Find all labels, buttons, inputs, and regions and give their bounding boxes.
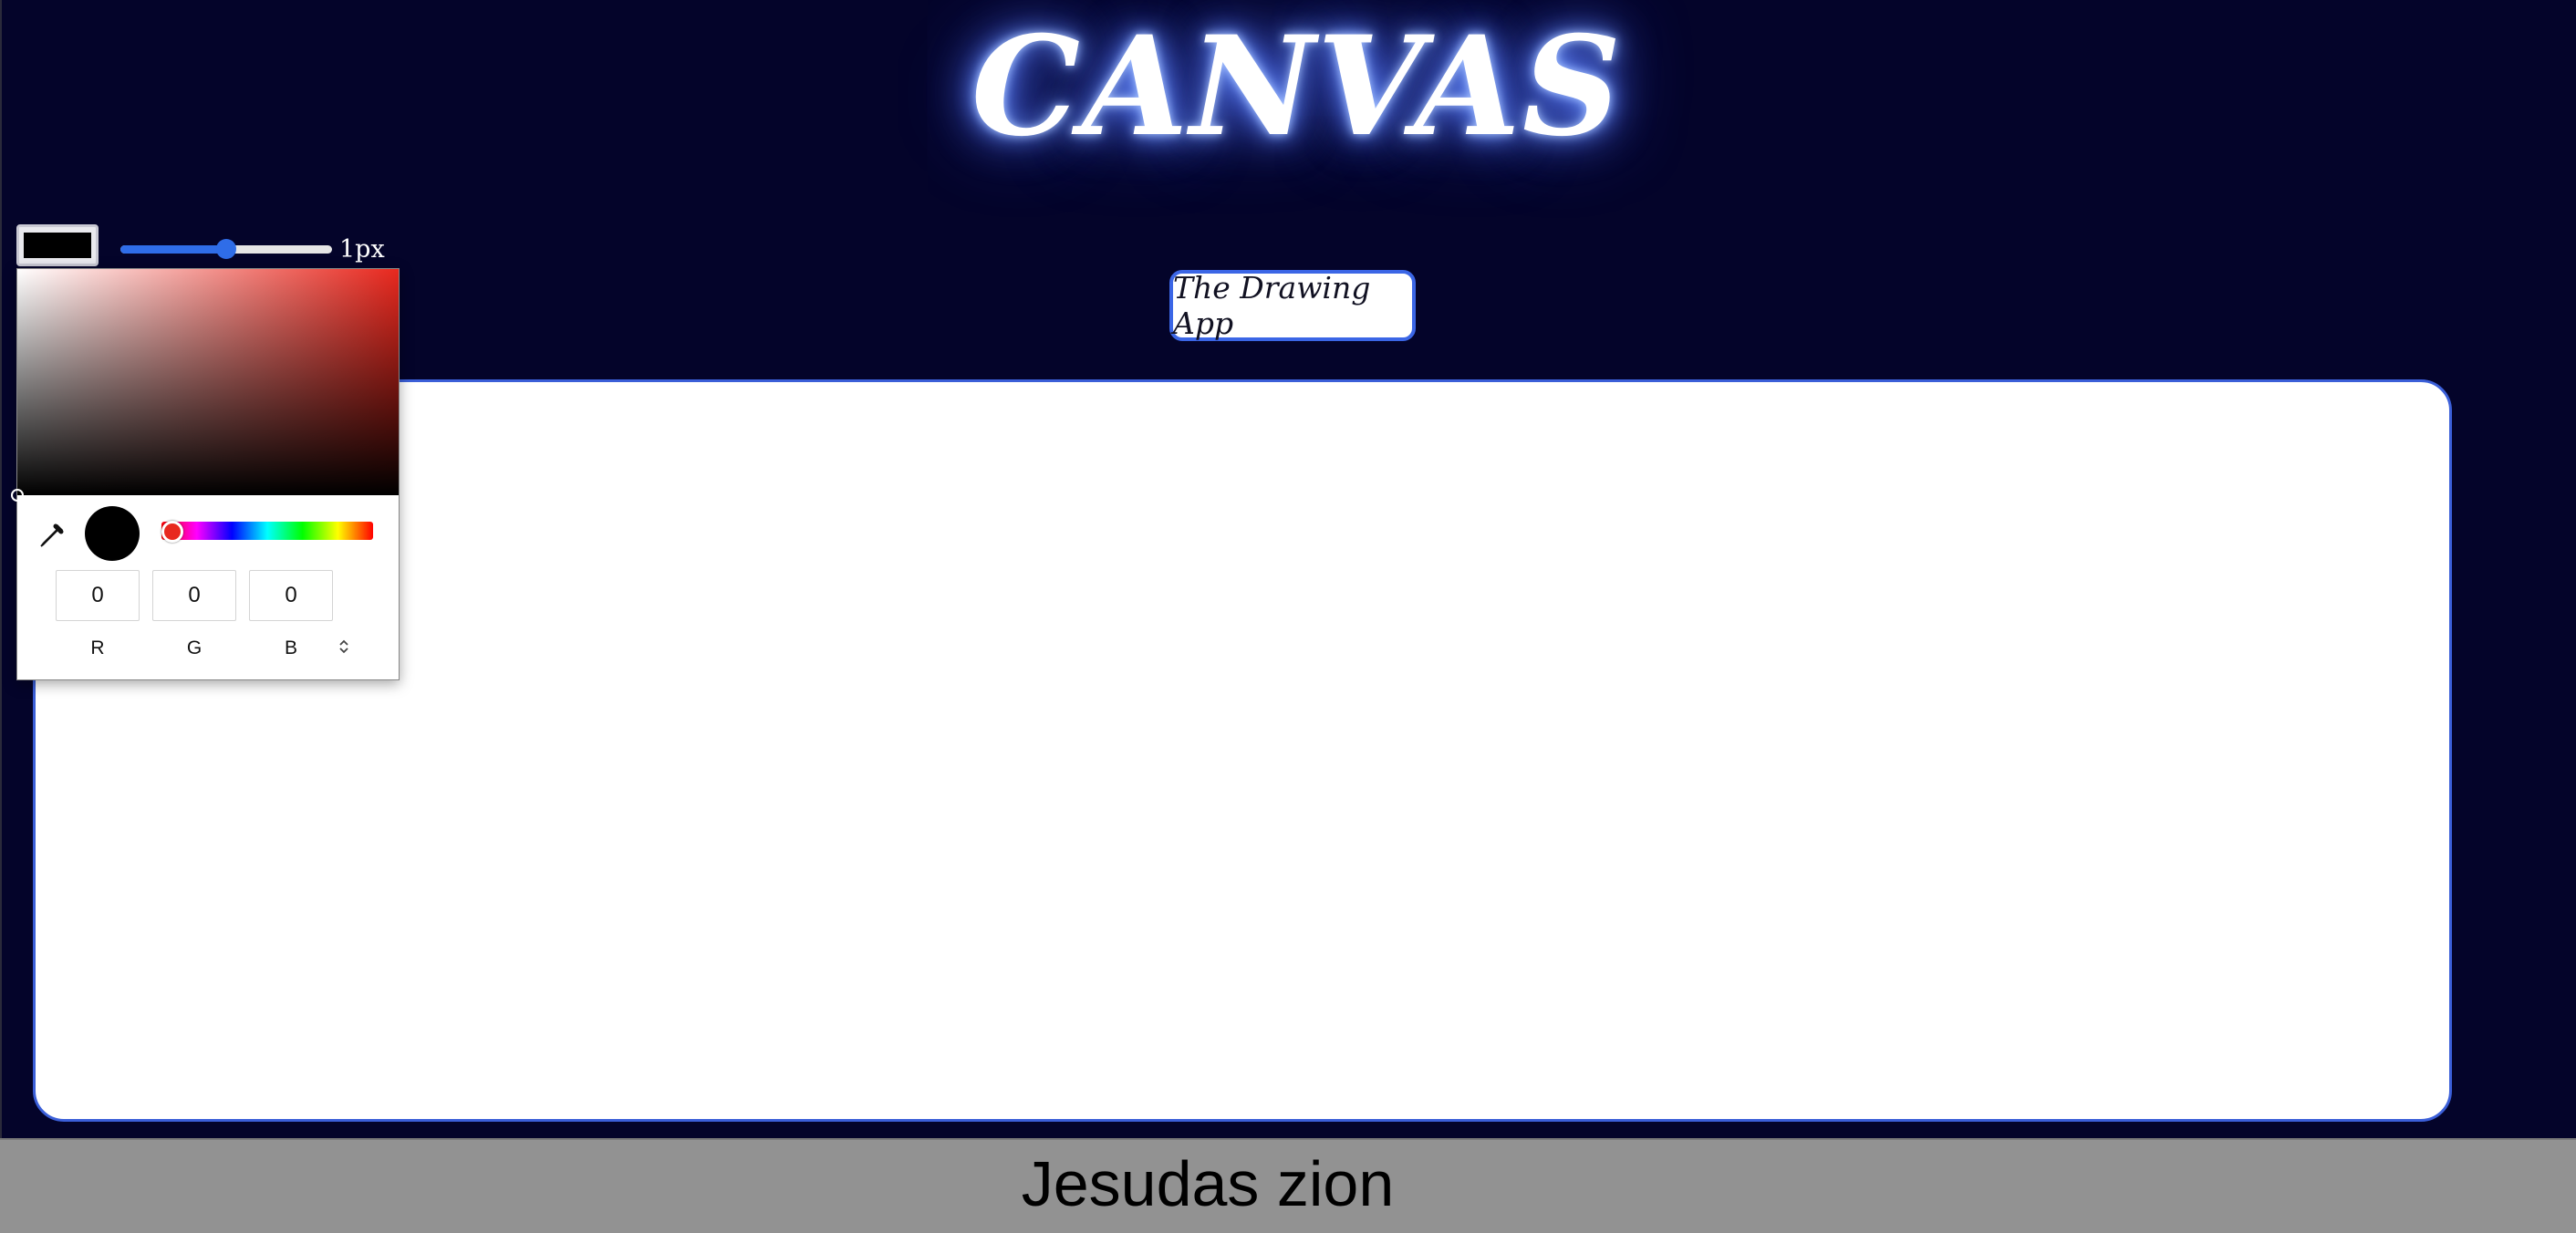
eyedropper-icon[interactable] [36, 519, 68, 552]
color-picker-popup: 0 0 0 R G B [11, 268, 400, 680]
blue-input[interactable]: 0 [249, 570, 333, 621]
current-color-swatch [24, 233, 91, 258]
color-picker-button[interactable] [16, 224, 99, 266]
footer-text: Jesudas zion [1021, 1148, 1395, 1219]
slider-track-fill [120, 245, 226, 254]
hue-bar [161, 522, 373, 540]
brush-size-slider[interactable] [120, 239, 332, 259]
red-input[interactable]: 0 [56, 570, 140, 621]
window-edge [0, 0, 2, 1138]
green-label: G [186, 637, 203, 658]
brush-size-label: 1px [339, 235, 385, 264]
saturation-value-area[interactable] [11, 269, 399, 502]
hue-thumb[interactable] [161, 521, 183, 543]
saturation-value-handle[interactable] [11, 489, 24, 502]
app-name-badge: The Drawing App [1169, 270, 1416, 341]
hue-slider[interactable] [161, 521, 373, 543]
color-preview [85, 506, 140, 561]
blue-label: B [284, 637, 297, 658]
red-label: R [90, 637, 105, 658]
green-input[interactable]: 0 [152, 570, 236, 621]
up-down-chevron-icon[interactable] [335, 636, 353, 658]
page-title: CANVAS [971, 6, 1624, 167]
slider-thumb[interactable] [216, 239, 236, 259]
footer: Jesudas zion [0, 1138, 2576, 1233]
